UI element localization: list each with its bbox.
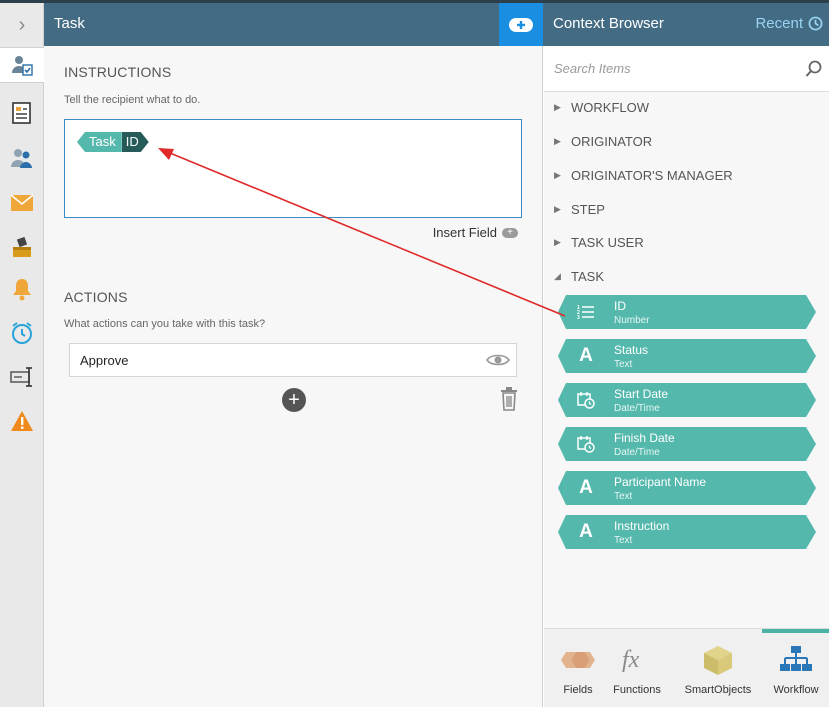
context-browser-tabs: Fields fx Functions SmartObjects Workflo… [544, 628, 829, 707]
tab-label: SmartObjects [684, 684, 752, 696]
left-rail: › [0, 3, 44, 707]
action-item[interactable]: Approve [69, 343, 517, 377]
add-pill-icon [509, 17, 533, 32]
tab-label: Functions [613, 684, 661, 696]
svg-text:3: 3 [577, 315, 580, 320]
task-panel-body: INSTRUCTIONS Tell the recipient what to … [44, 46, 543, 707]
add-context-button[interactable] [499, 3, 543, 46]
search-icon[interactable] [805, 60, 823, 78]
task-panel-header: Task [44, 3, 499, 46]
text-input-icon[interactable] [4, 359, 40, 395]
number-list-icon: 123 [574, 301, 598, 323]
task-id-token[interactable]: Task ID [77, 132, 149, 152]
field-item-id[interactable]: 123 ID Number [558, 295, 816, 329]
tab-fields[interactable]: Fields [544, 629, 612, 707]
context-browser-header: Context Browser Recent [543, 3, 829, 46]
field-name: Status [614, 343, 649, 357]
trash-delete-icon[interactable] [500, 387, 518, 411]
fields-icon [544, 643, 612, 677]
svg-text:fx: fx [622, 647, 640, 673]
tree-node-label: STEP [571, 201, 605, 217]
text-a-icon: A [579, 521, 593, 542]
tab-workflow[interactable]: Workflow [762, 629, 829, 707]
fx-icon: fx [603, 643, 671, 677]
field-name: Finish Date [614, 431, 675, 445]
context-tree: ▶ WORKFLOW ▶ ORIGINATOR ▶ ORIGINATOR'S M… [544, 92, 829, 628]
warning-icon[interactable] [4, 403, 40, 439]
calendar-clock-icon [574, 389, 598, 411]
tree-node-task[interactable]: ◢ TASK [554, 264, 604, 288]
search-input[interactable] [544, 46, 794, 91]
field-item-instruction[interactable]: A Instruction Text [558, 515, 816, 549]
caret-right-icon: ▶ [554, 169, 561, 180]
token-context-label: Task [77, 132, 122, 152]
action-label: Approve [80, 353, 129, 368]
field-type: Text [614, 491, 633, 502]
workflow-tree-icon [762, 643, 829, 677]
recent-button[interactable]: Recent [755, 15, 823, 32]
users-icon[interactable] [4, 140, 40, 176]
field-type: Date/Time [614, 447, 660, 458]
bell-notification-icon[interactable] [4, 271, 40, 307]
actions-heading: ACTIONS [64, 289, 128, 305]
field-type: Text [614, 359, 633, 370]
actions-hint: What actions can you take with this task… [64, 318, 266, 330]
field-name: Start Date [614, 387, 669, 401]
tab-functions[interactable]: fx Functions [603, 629, 671, 707]
tree-node-step[interactable]: ▶ STEP [554, 197, 605, 221]
smartobject-cube-icon [684, 643, 752, 677]
instructions-editor[interactable]: Task ID [64, 119, 522, 218]
instructions-heading: INSTRUCTIONS [64, 64, 172, 80]
tree-node-originators-manager[interactable]: ▶ ORIGINATOR'S MANAGER [554, 163, 733, 187]
field-type: Date/Time [614, 403, 660, 414]
add-action-button[interactable]: + [282, 388, 306, 412]
tree-node-label: TASK USER [571, 234, 644, 250]
token-field-label: ID [122, 132, 149, 152]
form-document-icon[interactable] [4, 95, 40, 131]
tree-node-workflow[interactable]: ▶ WORKFLOW [554, 95, 649, 119]
tab-smartobjects[interactable]: SmartObjects [684, 629, 752, 707]
eye-visibility-icon[interactable] [486, 352, 510, 368]
tab-label: Workflow [773, 684, 819, 696]
recent-label: Recent [755, 15, 803, 32]
tab-label: Fields [563, 684, 593, 696]
field-item-status[interactable]: A Status Text [558, 339, 816, 373]
insert-pill-icon: + [502, 227, 518, 238]
tree-node-label: ORIGINATOR [571, 133, 653, 149]
clock-icon [808, 16, 823, 31]
text-a-icon: A [579, 477, 593, 498]
caret-right-icon: ▶ [554, 236, 561, 247]
field-item-finish-date[interactable]: Finish Date Date/Time [558, 427, 816, 461]
caret-down-icon: ◢ [554, 270, 561, 281]
context-search [544, 46, 829, 92]
context-browser-title: Context Browser [553, 15, 664, 32]
insert-field-button[interactable]: Insert Field + [433, 225, 518, 240]
email-icon[interactable] [4, 185, 40, 221]
field-name: Instruction [614, 519, 670, 533]
tree-node-label: TASK [571, 268, 604, 284]
field-item-participant-name[interactable]: A Participant Name Text [558, 471, 816, 505]
text-a-icon: A [579, 345, 593, 366]
tree-node-task-user[interactable]: ▶ TASK USER [554, 230, 644, 254]
field-type: Number [614, 315, 650, 326]
tree-node-label: WORKFLOW [571, 99, 649, 115]
task-user-icon[interactable] [0, 47, 44, 83]
field-type: Text [614, 535, 633, 546]
task-panel-title: Task [54, 15, 85, 32]
field-item-start-date[interactable]: Start Date Date/Time [558, 383, 816, 417]
tree-node-label: ORIGINATOR'S MANAGER [571, 167, 733, 183]
alarm-clock-icon[interactable] [4, 315, 40, 351]
calendar-clock-icon [574, 433, 598, 455]
caret-right-icon: ▶ [554, 101, 561, 112]
field-name: Participant Name [614, 475, 707, 489]
caret-right-icon: ▶ [554, 203, 561, 214]
caret-right-icon: ▶ [554, 135, 561, 146]
field-name: ID [614, 299, 626, 313]
insert-field-label: Insert Field [432, 225, 497, 240]
tree-node-originator[interactable]: ▶ ORIGINATOR [554, 129, 652, 153]
inbox-tray-icon[interactable] [4, 229, 40, 265]
instructions-hint: Tell the recipient what to do. [64, 94, 201, 106]
expand-chevron-icon[interactable]: › [0, 3, 44, 47]
